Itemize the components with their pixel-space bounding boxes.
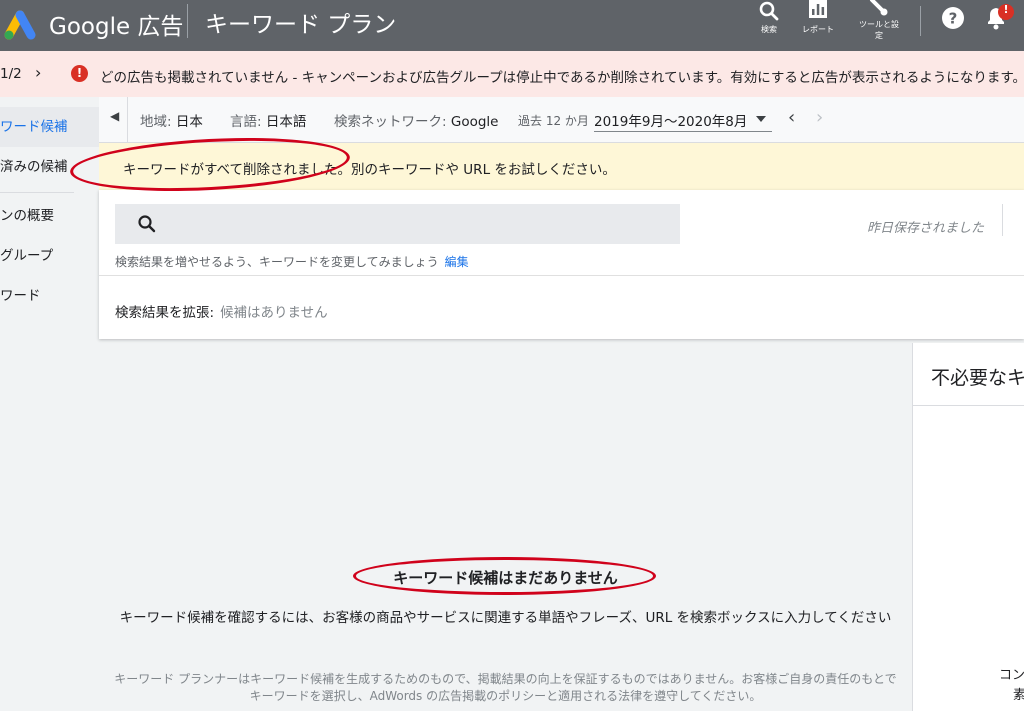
sidebar-divider xyxy=(0,192,74,193)
wrench-icon xyxy=(870,0,888,16)
network-filter-key: 検索ネットワーク: xyxy=(334,114,447,130)
tools-button-label-line2: 定 xyxy=(875,31,883,40)
dropdown-caret-icon xyxy=(756,116,766,122)
sidebar-item-keyword-ideas[interactable]: ワード候補 xyxy=(0,107,99,147)
language-filter[interactable]: 言語: 日本語 xyxy=(230,110,306,130)
card-divider xyxy=(99,275,1024,276)
header-separator xyxy=(920,6,921,36)
search-hint: 検索結果を増やせるよう、キーワードを変更してみましょう 編集 xyxy=(115,253,469,270)
empty-state-description: キーワード候補を確認するには、お客様の商品やサービスに関連する単語やフレーズ、U… xyxy=(119,610,892,626)
period-label: 過去 12 か月 xyxy=(518,112,589,129)
period-label-text: 過去 12 か月 xyxy=(518,114,589,128)
keyword-search-box[interactable] xyxy=(115,204,680,244)
network-filter-value: Google xyxy=(450,114,499,130)
sidebar-item-plan-overview[interactable]: ンの概要 xyxy=(0,196,99,236)
page-title: キーワード プラン xyxy=(205,12,397,38)
bar-chart-icon xyxy=(809,0,827,18)
notice-message: キーワードがすべて削除されました。別のキーワードや URL をお試しください。 xyxy=(123,162,616,178)
reports-button-label: レポート xyxy=(802,25,834,34)
bell-icon xyxy=(988,4,1014,30)
search-icon xyxy=(138,215,156,233)
location-filter-key: 地域: xyxy=(140,114,172,130)
disclaimer: キーワード プランナーはキーワード候補を生成するためのもので、掲載結果の向上を保… xyxy=(107,671,904,705)
alert-message: どの広告も掲載されていません - キャンペーンおよび広告グループは停止中であるか… xyxy=(100,70,1024,86)
side-panel-divider xyxy=(913,405,1024,406)
search-icon xyxy=(759,1,779,21)
search-card: 昨日保存されました 検索結果を増やせるよう、キーワードを変更してみましょう 編集 … xyxy=(99,190,1024,339)
main-content: ◀ 地域: 日本 言語: 日本語 検索ネットワーク: Google 過去 12 … xyxy=(99,97,1024,711)
sidebar-item-keywords[interactable]: ワード xyxy=(0,276,99,316)
side-panel-text-line1: コン xyxy=(999,668,1024,683)
help-icon: ? xyxy=(942,7,964,29)
edit-link[interactable]: 編集 xyxy=(445,255,469,269)
location-filter[interactable]: 地域: 日本 xyxy=(140,110,203,130)
date-range-value: 2019年9月～2020年8月 xyxy=(594,114,748,130)
svg-text:?: ? xyxy=(949,10,958,28)
next-period-icon[interactable]: › xyxy=(816,107,823,128)
previous-period-icon[interactable]: ‹ xyxy=(788,107,795,128)
google-ads-logo-icon[interactable] xyxy=(4,8,40,44)
next-alert-icon[interactable]: › xyxy=(35,63,41,82)
side-panel-text-line2: 素 xyxy=(1013,684,1024,703)
location-filter-value: 日本 xyxy=(175,114,203,130)
info-notice: キーワードがすべて削除されました。別のキーワードや URL をお試しください。 xyxy=(99,143,1024,190)
language-filter-key: 言語: xyxy=(230,114,262,130)
expand-results-label: 検索結果を拡張: xyxy=(115,305,215,321)
account-alert-bar: 1/2 › ! どの広告も掲載されていません - キャンペーンおよび広告グループ… xyxy=(0,51,1024,97)
empty-state-title: キーワード候補はまだありません xyxy=(393,569,618,587)
reports-button[interactable]: レポート xyxy=(797,0,839,46)
sidebar-item-saved-ideas[interactable]: 済みの候補 xyxy=(0,147,99,187)
top-app-bar: Google 広告 キーワード プラン 検索 レポート ツールと設 定 ? ! xyxy=(0,0,1024,51)
error-icon: ! xyxy=(71,65,88,82)
date-range-select[interactable]: 2019年9月～2020年8月 xyxy=(594,107,772,132)
save-status-divider xyxy=(1002,204,1003,236)
header-divider xyxy=(187,4,188,38)
left-nav: ワード候補 済みの候補 ンの概要 グループ ワード xyxy=(0,97,99,711)
search-button[interactable]: 検索 xyxy=(753,0,785,46)
alert-counter: 1/2 xyxy=(0,66,22,82)
disclaimer-line2: キーワードを選択し、AdWords の広告掲載のポリシーと適用される法律を遵守し… xyxy=(249,689,762,703)
filter-bar-divider xyxy=(127,97,128,143)
brand-name[interactable]: Google 広告 xyxy=(49,7,183,41)
collapse-nav-icon[interactable]: ◀ xyxy=(110,109,119,123)
search-button-label: 検索 xyxy=(761,25,777,34)
keyword-search-input[interactable] xyxy=(165,212,665,236)
network-filter[interactable]: 検索ネットワーク: Google xyxy=(334,110,498,130)
disclaimer-line1: キーワード プランナーはキーワード候補を生成するためのもので、掲載結果の向上を保… xyxy=(114,672,897,686)
sidebar-item-ad-groups[interactable]: グループ xyxy=(0,236,99,276)
language-filter-value: 日本語 xyxy=(265,114,307,130)
notification-badge: ! xyxy=(1003,3,1009,16)
tools-button-label-line1: ツールと設 xyxy=(859,20,899,29)
help-button[interactable]: ? xyxy=(941,6,965,52)
expand-results: 検索結果を拡張: 候補はありません xyxy=(115,301,328,321)
expand-results-value: 候補はありません xyxy=(220,305,328,321)
filter-bar: ◀ 地域: 日本 言語: 日本語 検索ネットワーク: Google 過去 12 … xyxy=(99,97,1024,143)
negative-keywords-panel: 不必要なキ コン 素 xyxy=(912,343,1024,711)
tools-settings-button[interactable]: ツールと設 定 xyxy=(853,0,905,46)
side-panel-title: 不必要なキ xyxy=(931,367,1024,389)
notifications-button[interactable]: ! xyxy=(984,3,1018,50)
save-status: 昨日保存されました xyxy=(867,221,985,236)
search-hint-text: 検索結果を増やせるよう、キーワードを変更してみましょう xyxy=(115,255,439,269)
